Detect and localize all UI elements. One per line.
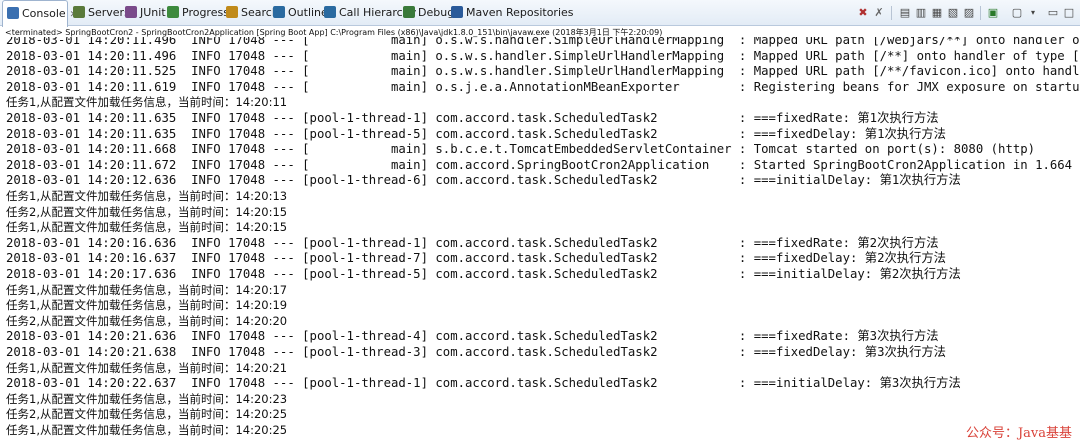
tab-label: JUnit xyxy=(140,6,166,19)
open-console-icon[interactable]: ▢ xyxy=(1010,6,1024,20)
console-output[interactable]: 2018-03-01 14:20:11.496 INFO 17048 --- [… xyxy=(0,37,1080,445)
chevron-down-icon[interactable]: ▾ xyxy=(1026,6,1040,20)
junit-icon xyxy=(125,6,137,18)
log-line: 2018-03-01 14:20:17.636 INFO 17048 --- [… xyxy=(6,267,961,281)
tab-debug[interactable]: Debug xyxy=(403,0,454,26)
show-console-on-output-icon[interactable]: ▧ xyxy=(946,6,960,20)
task-output-line: 任务1,从配置文件加载任务信息，当前时间：14:20:23 xyxy=(6,391,288,406)
tab-label: Maven Repositories xyxy=(466,6,574,19)
minimize-icon[interactable]: ▭ xyxy=(1046,6,1060,20)
servers-icon xyxy=(73,6,85,18)
progress-icon xyxy=(167,6,179,18)
tab-label: Servers xyxy=(88,6,130,19)
console-icon xyxy=(7,7,19,19)
tab-progress[interactable]: Progress xyxy=(167,0,229,26)
word-wrap-icon[interactable]: ▦ xyxy=(930,6,944,20)
tab-outline[interactable]: Outline xyxy=(273,0,328,26)
toolbar-separator xyxy=(980,6,981,20)
outline-icon xyxy=(273,6,285,18)
log-line: 2018-03-01 14:20:16.636 INFO 17048 --- [… xyxy=(6,235,939,250)
log-line: 2018-03-01 14:20:11.619 INFO 17048 --- [… xyxy=(6,79,1080,94)
tab-label: Progress xyxy=(182,6,229,19)
remove-launches-icon[interactable]: ✗ xyxy=(872,6,886,20)
search-icon xyxy=(226,6,238,18)
task-output-line: 任务1,从配置文件加载任务信息，当前时间：14:20:13 xyxy=(6,189,288,203)
task-output-line: 任务2,从配置文件加载任务信息，当前时间：14:20:15 xyxy=(6,204,288,219)
scroll-lock-icon[interactable]: ▥ xyxy=(914,6,928,20)
view-tab-bar: Console✕ Servers JUnit Progress Search O… xyxy=(0,0,1080,27)
tab-console[interactable]: Console✕ xyxy=(2,0,77,27)
debug-icon xyxy=(403,6,415,18)
log-line: 2018-03-01 14:20:12.636 INFO 17048 --- [… xyxy=(6,173,961,188)
tab-label: Outline xyxy=(288,6,328,19)
log-line: 2018-03-01 14:20:11.496 INFO 17048 --- [… xyxy=(6,48,1080,63)
task-output-line: 任务1,从配置文件加载任务信息，当前时间：14:20:11 xyxy=(6,95,288,110)
task-output-line: 任务1,从配置文件加载任务信息，当前时间：14:20:17 xyxy=(6,282,288,297)
terminate-icon[interactable]: ✖ xyxy=(856,6,870,20)
call-hierarchy-icon xyxy=(324,6,336,18)
tab-maven-repositories[interactable]: Maven Repositories xyxy=(451,0,574,26)
maven-repositories-icon xyxy=(451,6,463,18)
log-line: 2018-03-01 14:20:21.636 INFO 17048 --- [… xyxy=(6,329,939,344)
display-selected-console-icon[interactable]: ▣ xyxy=(986,6,1000,20)
log-line: 2018-03-01 14:20:22.637 INFO 17048 --- [… xyxy=(6,376,961,391)
watermark: 公众号：Java基基 xyxy=(965,426,1072,441)
log-line: 2018-03-01 14:20:11.672 INFO 17048 --- [… xyxy=(6,157,1080,172)
task-output-line: 任务1,从配置文件加载任务信息，当前时间：14:20:21 xyxy=(6,360,288,375)
task-output-line: 任务1,从配置文件加载任务信息，当前时间：14:20:19 xyxy=(6,298,288,313)
task-output-line: 任务2,从配置文件加载任务信息，当前时间：14:20:25 xyxy=(6,407,288,422)
pin-console-icon[interactable]: ▨ xyxy=(962,6,976,20)
tab-junit[interactable]: JUnit xyxy=(125,0,166,26)
log-line: 2018-03-01 14:20:16.637 INFO 17048 --- [… xyxy=(6,251,946,266)
tab-search[interactable]: Search xyxy=(226,0,279,26)
tab-label: Console xyxy=(22,7,66,20)
task-output-line: 任务2,从配置文件加载任务信息，当前时间：14:20:20 xyxy=(6,313,288,328)
log-line: 2018-03-01 14:20:11.525 INFO 17048 --- [… xyxy=(6,64,1080,79)
tab-label: Debug xyxy=(418,6,455,19)
tab-servers[interactable]: Servers xyxy=(73,0,130,26)
task-output-line: 任务1,从配置文件加载任务信息，当前时间：14:20:15 xyxy=(6,220,288,235)
toolbar-separator xyxy=(891,6,892,20)
task-output-line: 任务1,从配置文件加载任务信息，当前时间：14:20:25 xyxy=(6,423,288,437)
clear-console-icon[interactable]: ▤ xyxy=(898,6,912,20)
log-line: 2018-03-01 14:20:11.668 INFO 17048 --- [… xyxy=(6,142,1036,157)
log-line: 2018-03-01 14:20:21.638 INFO 17048 --- [… xyxy=(6,345,946,359)
log-line: 2018-03-01 14:20:11.635 INFO 17048 --- [… xyxy=(6,111,939,125)
log-line: 2018-03-01 14:20:11.635 INFO 17048 --- [… xyxy=(6,126,946,141)
log-line: 2018-03-01 14:20:11.496 INFO 17048 --- [… xyxy=(6,37,1080,47)
maximize-icon[interactable]: □ xyxy=(1062,6,1076,20)
